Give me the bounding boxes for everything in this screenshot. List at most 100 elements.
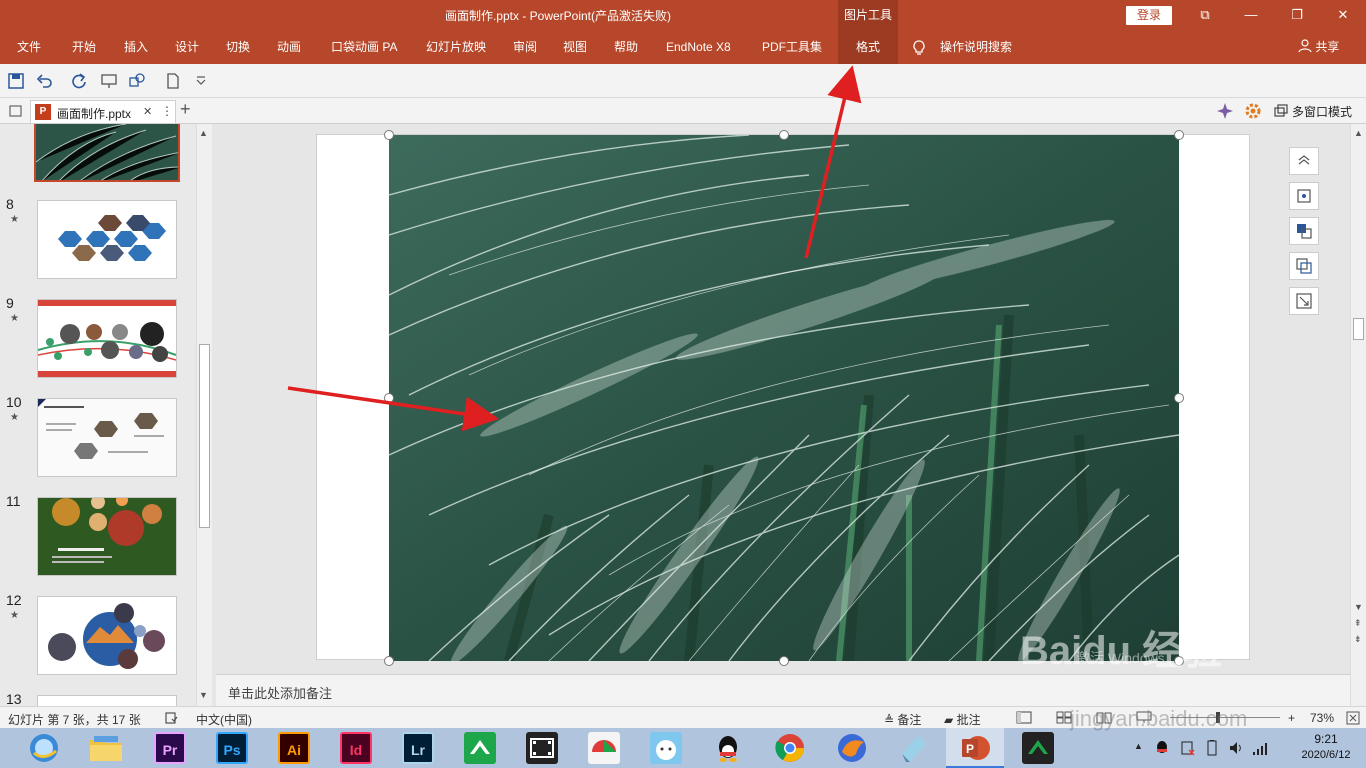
video-editor-icon[interactable]: [526, 732, 558, 764]
scrollbar-thumb[interactable]: [1353, 318, 1364, 340]
new-tab-button[interactable]: +: [180, 99, 191, 120]
customize-toolbar-icon[interactable]: [192, 72, 210, 90]
photoshop-icon[interactable]: Ps: [216, 732, 248, 764]
scrollbar-thumb[interactable]: [199, 344, 210, 528]
slide-canvas[interactable]: [316, 130, 1319, 666]
tab-review[interactable]: 审阅: [513, 30, 537, 64]
notes-pane[interactable]: 单击此处添加备注: [216, 674, 1350, 706]
tab-slideshow[interactable]: 幻灯片放映: [426, 30, 486, 64]
illustrator-icon[interactable]: Ai: [278, 732, 310, 764]
zoom-in-button[interactable]: +: [1288, 711, 1295, 725]
thumbnail-scrollbar[interactable]: ▲ ▼: [196, 124, 212, 706]
green-app-icon-2[interactable]: [1022, 732, 1054, 764]
zoom-level[interactable]: 73%: [1310, 711, 1334, 725]
scroll-down-arrow-icon[interactable]: ▼: [1354, 602, 1363, 612]
resize-handle-bottom[interactable]: [779, 656, 789, 666]
resize-handle-bottom-left[interactable]: [384, 656, 394, 666]
indesign-icon[interactable]: Id: [340, 732, 372, 764]
tab-design[interactable]: 设计: [175, 30, 199, 64]
redo-icon[interactable]: [70, 72, 88, 90]
slide-thumbnail[interactable]: [37, 299, 177, 378]
fit-to-window-icon[interactable]: [1346, 711, 1360, 725]
slide-thumbnail-selected[interactable]: [34, 124, 180, 182]
tab-pdf-tools[interactable]: PDF工具集: [762, 30, 822, 64]
slide-thumbnail[interactable]: [37, 200, 177, 279]
scroll-up-arrow-icon[interactable]: ▲: [1354, 128, 1363, 138]
tab-insert[interactable]: 插入: [124, 30, 148, 64]
slide-scrollbar[interactable]: ▲ ▼ ⇞ ⇟: [1350, 124, 1366, 706]
chrome-icon[interactable]: [774, 732, 806, 764]
tab-pocket-animation[interactable]: 口袋动画 PA: [331, 30, 397, 64]
minimize-button[interactable]: —: [1228, 0, 1274, 30]
tab-file[interactable]: 文件: [17, 30, 41, 64]
wifi-signal-icon[interactable]: [1252, 739, 1270, 757]
fox-app-icon[interactable]: [836, 732, 868, 764]
tab-more-icon[interactable]: ⋮: [161, 104, 173, 118]
show-hidden-icons-icon[interactable]: ▲: [1134, 741, 1143, 751]
previous-slide-icon[interactable]: ⇞: [1354, 618, 1362, 629]
clock-date[interactable]: 2020/6/12: [1290, 749, 1362, 761]
login-button[interactable]: 登录: [1126, 6, 1172, 25]
tab-transitions[interactable]: 切换: [226, 30, 250, 64]
document-tab[interactable]: P 画面制作.pptx ✕ ⋮: [30, 100, 176, 123]
language-indicator[interactable]: 中文(中国): [196, 711, 252, 728]
tab-format[interactable]: 格式: [838, 30, 898, 64]
lightroom-icon[interactable]: Lr: [402, 732, 434, 764]
lightbulb-icon[interactable]: [912, 40, 926, 59]
slide-thumbnail[interactable]: [37, 497, 177, 576]
comments-toggle[interactable]: ▰ 批注: [944, 711, 981, 728]
tab-view[interactable]: 视图: [563, 30, 587, 64]
tab-endnote[interactable]: EndNote X8: [666, 30, 731, 64]
gear-icon[interactable]: [1244, 102, 1262, 120]
qq-tray-icon[interactable]: [1154, 739, 1170, 757]
file-explorer-icon[interactable]: [88, 732, 124, 764]
multi-window-mode-button[interactable]: 多窗口模式: [1292, 103, 1352, 120]
restore-button[interactable]: ❐: [1274, 0, 1320, 30]
clock-time[interactable]: 9:21: [1296, 732, 1356, 746]
network-alert-icon[interactable]: [1180, 739, 1196, 757]
tab-list-icon[interactable]: [8, 103, 24, 119]
slide-thumbnail[interactable]: [37, 596, 177, 675]
wheat-photo[interactable]: [389, 135, 1179, 661]
scroll-up-arrow-icon[interactable]: ▲: [199, 128, 208, 138]
ribbon-display-options-button[interactable]: ⧉: [1182, 0, 1228, 30]
shapes-icon[interactable]: [128, 72, 146, 90]
spell-check-icon[interactable]: [164, 711, 178, 725]
crop-button[interactable]: [1289, 182, 1319, 210]
green-app-icon[interactable]: [464, 732, 496, 764]
next-slide-icon[interactable]: ⇟: [1354, 634, 1362, 645]
umbrella-app-icon[interactable]: [588, 732, 620, 764]
tell-me-search[interactable]: 操作说明搜索: [940, 30, 1012, 64]
arrange-button[interactable]: [1289, 217, 1319, 245]
battery-icon[interactable]: [1204, 739, 1220, 757]
scroll-down-arrow-icon[interactable]: ▼: [199, 690, 208, 700]
resize-handle-top-left[interactable]: [384, 130, 394, 140]
notes-toggle[interactable]: ≜ 备注: [884, 711, 921, 728]
tab-home[interactable]: 开始: [72, 30, 96, 64]
resize-handle-top-right[interactable]: [1174, 130, 1184, 140]
slide-thumbnail[interactable]: [37, 695, 177, 706]
resize-handle-right[interactable]: [1174, 393, 1184, 403]
notes-placeholder[interactable]: 单击此处添加备注: [228, 683, 332, 702]
resize-handle-left[interactable]: [384, 393, 394, 403]
volume-icon[interactable]: [1228, 739, 1244, 757]
new-file-icon[interactable]: [164, 72, 182, 90]
tab-help[interactable]: 帮助: [614, 30, 638, 64]
sparkle-icon[interactable]: [1216, 102, 1234, 120]
normal-view-icon[interactable]: [1016, 711, 1032, 724]
save-icon[interactable]: [7, 72, 25, 90]
qq-icon[interactable]: [712, 732, 744, 764]
share-button[interactable]: 共享: [1298, 30, 1339, 64]
close-tab-icon[interactable]: ✕: [143, 105, 152, 118]
tab-animations[interactable]: 动画: [277, 30, 301, 64]
premiere-icon[interactable]: Pr: [154, 732, 186, 764]
replace-picture-button[interactable]: [1289, 252, 1319, 280]
collapse-toolbar-button[interactable]: [1289, 147, 1319, 175]
powerpoint-taskbar-button[interactable]: P: [946, 728, 1004, 768]
resize-button[interactable]: [1289, 287, 1319, 315]
undo-icon[interactable]: [36, 72, 54, 90]
resize-handle-top[interactable]: [779, 130, 789, 140]
close-button[interactable]: ✕: [1320, 0, 1366, 30]
browser-360-icon[interactable]: [26, 731, 62, 765]
notes-app-icon[interactable]: [898, 732, 930, 764]
